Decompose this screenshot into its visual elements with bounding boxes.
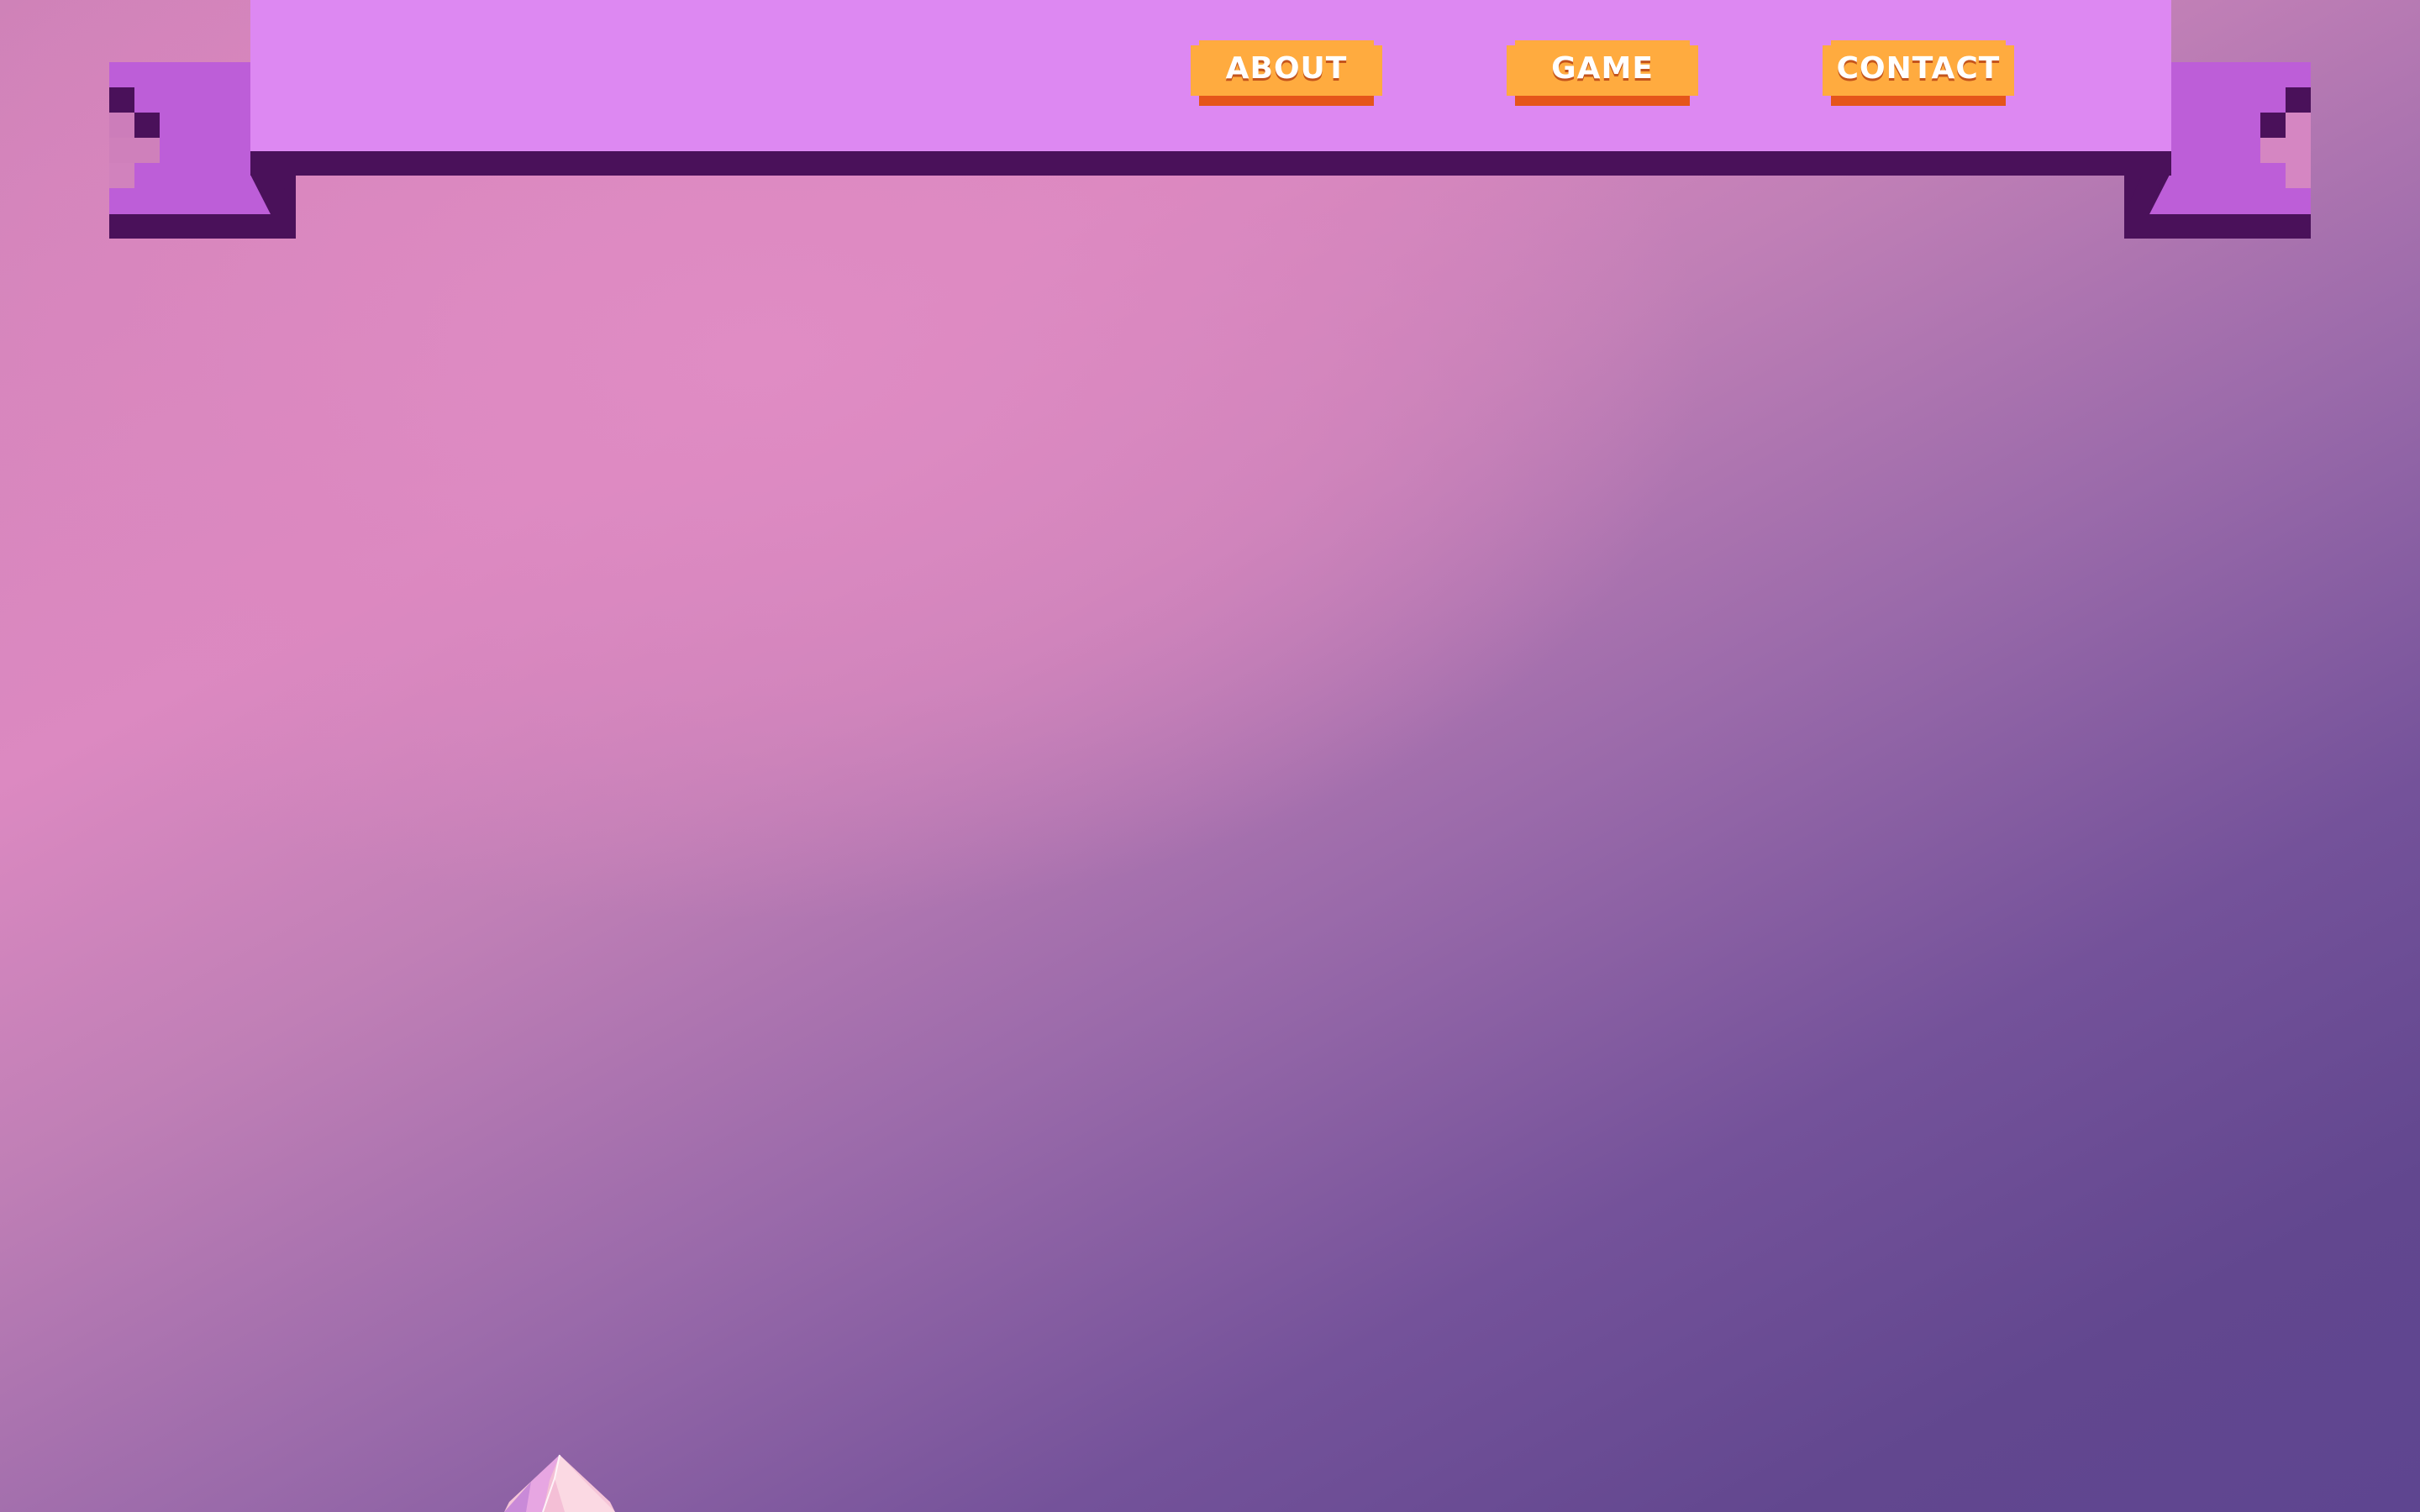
nav-game-button[interactable]: GAME bbox=[1507, 40, 1698, 106]
landing-page: ABOUT GAME CONTACT bbox=[0, 0, 2420, 1512]
pink-crystal-icon bbox=[504, 1454, 615, 1512]
banner-shadow bbox=[250, 151, 2171, 176]
nav-game-label: GAME bbox=[1551, 50, 1654, 86]
nav-contact-button[interactable]: CONTACT bbox=[1823, 40, 2014, 106]
main-nav: ABOUT GAME CONTACT bbox=[0, 40, 2420, 108]
nav-about-button[interactable]: ABOUT bbox=[1191, 40, 1382, 106]
nav-about-label: ABOUT bbox=[1225, 50, 1348, 86]
nav-contact-label: CONTACT bbox=[1836, 50, 2001, 86]
